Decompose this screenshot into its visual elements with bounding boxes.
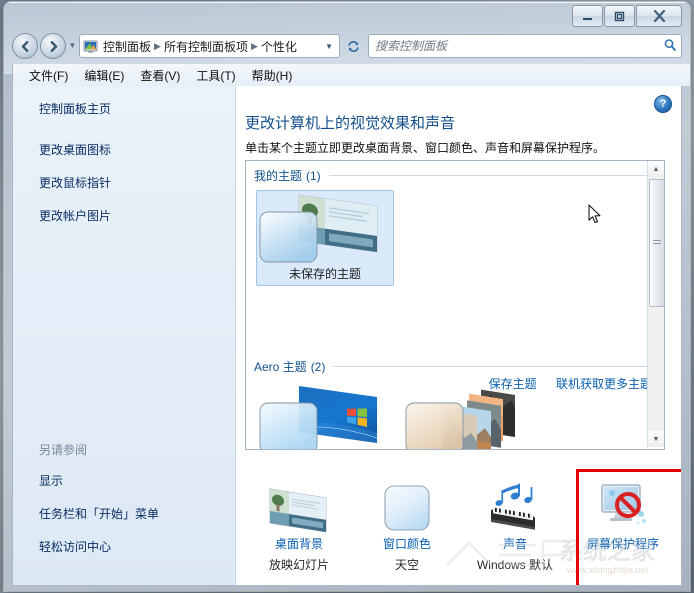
search-box[interactable] [368, 34, 682, 58]
page-title: 更改计算机上的视觉效果和声音 [245, 115, 456, 132]
explorer-window: ▼ 控制面板 ▶ 所有控制面板项 ▶ 个性化 ▼ 搜索控制面板 文件(F) 编辑… [4, 2, 690, 591]
group-divider [333, 366, 656, 367]
desktop-background-icon [245, 477, 353, 533]
control-panel-icon [83, 39, 98, 54]
group-header-aero-themes: Aero 主题 (2) [246, 352, 664, 375]
group-title: 我的主题 [254, 169, 303, 183]
group-count: (1) [306, 168, 321, 183]
maximize-button[interactable] [604, 5, 635, 27]
help-icon[interactable]: ? [654, 95, 672, 113]
personalization-tool-strip: 桌面背景 放映幻灯片 窗口颜色 天空 声音 Windows 默认 屏幕保护程序 [245, 473, 679, 585]
recent-locations-dropdown[interactable]: ▼ [66, 34, 79, 58]
group-header-my-themes: 我的主题 (1) [246, 161, 664, 184]
unsaved-theme-art [257, 191, 393, 267]
theme-item-windows7[interactable] [256, 381, 396, 449]
architecture-theme-art [403, 382, 539, 449]
tool-label[interactable]: 屏幕保护程序 [569, 535, 677, 552]
windows7-theme-art [257, 382, 393, 449]
minimize-button[interactable] [572, 5, 603, 27]
scrollbar-thumb[interactable] [649, 179, 664, 307]
address-bar-row: ▼ 控制面板 ▶ 所有控制面板项 ▶ 个性化 ▼ [12, 33, 682, 59]
tool-sublabel: Windows 默认 [476, 558, 553, 572]
menu-tools[interactable]: 工具(T) [188, 65, 243, 86]
group-divider [328, 175, 656, 176]
menu-file[interactable]: 文件(F) [21, 65, 76, 86]
breadcrumb-all-items[interactable]: 所有控制面板项 [162, 38, 250, 55]
screensaver-tool[interactable]: 屏幕保护程序 [569, 473, 677, 585]
search-input[interactable] [373, 38, 663, 54]
sidebar-see-also: 另请参阅 显示 任务栏和「开始」菜单 轻松访问中心 [13, 441, 235, 571]
scroll-up-arrow-icon[interactable]: ▲ [648, 161, 664, 177]
breadcrumb-personalization[interactable]: 个性化 [259, 38, 299, 55]
screensaver-icon [569, 477, 677, 533]
theme-list-scrollbar[interactable]: ▲ ▼ [647, 161, 664, 447]
theme-item-unsaved[interactable]: 未保存的主题 [256, 190, 396, 286]
close-button[interactable] [636, 5, 682, 27]
tool-sublabel: 天空 [394, 558, 419, 572]
sounds-icon [461, 477, 569, 533]
sidebar: 控制面板主页 更改桌面图标 更改鼠标指针 更改帐户图片 另请参阅 显示 任务栏和… [13, 86, 236, 585]
sidebar-item-change-desktop-icons[interactable]: 更改桌面图标 [39, 141, 235, 158]
sidebar-item-display[interactable]: 显示 [39, 472, 235, 489]
theme-list-box[interactable]: 我的主题 (1) 未保存的主题 保存主题 联机获取更多主题 Aero 主题 (2… [245, 160, 665, 450]
theme-thumbnail-wrap[interactable]: 未保存的主题 [256, 190, 394, 286]
forward-button[interactable] [40, 33, 66, 59]
scroll-down-arrow-icon[interactable]: ▼ [648, 431, 664, 447]
theme-name: 未保存的主题 [288, 267, 361, 281]
menu-bar: 文件(F) 编辑(E) 查看(V) 工具(T) 帮助(H) [12, 64, 690, 86]
theme-row-my-themes: 未保存的主题 [246, 184, 664, 286]
breadcrumb-control-panel[interactable]: 控制面板 [101, 38, 153, 55]
sidebar-item-control-panel-home[interactable]: 控制面板主页 [39, 100, 235, 117]
menu-edit[interactable]: 编辑(E) [76, 65, 132, 86]
content-pane: ? 更改计算机上的视觉效果和声音 单击某个主题立即更改桌面背景、窗口颜色、声音和… [236, 86, 681, 585]
caption-buttons [571, 5, 682, 27]
sidebar-item-change-mouse-pointers[interactable]: 更改鼠标指针 [39, 174, 235, 191]
desktop-background-tool[interactable]: 桌面背景 放映幻灯片 [245, 473, 353, 585]
see-also-heading: 另请参阅 [39, 443, 88, 457]
breadcrumb-separator-icon[interactable]: ▶ [250, 41, 259, 52]
breadcrumb-separator-icon[interactable]: ▶ [153, 41, 162, 52]
tool-label[interactable]: 窗口颜色 [353, 535, 461, 552]
tool-label[interactable]: 桌面背景 [245, 535, 353, 552]
sidebar-item-change-account-picture[interactable]: 更改帐户图片 [39, 207, 235, 224]
theme-item-architecture[interactable] [402, 381, 542, 449]
page-subtitle: 单击某个主题立即更改桌面背景、窗口颜色、声音和屏幕保护程序。 [245, 141, 606, 155]
address-dropdown-icon[interactable]: ▼ [321, 42, 337, 51]
menu-view[interactable]: 查看(V) [132, 65, 188, 86]
window-body: 控制面板主页 更改桌面图标 更改鼠标指针 更改帐户图片 另请参阅 显示 任务栏和… [12, 86, 682, 586]
group-count: (2) [310, 359, 326, 374]
sidebar-item-ease-of-access[interactable]: 轻松访问中心 [39, 538, 235, 555]
sidebar-item-taskbar-start-menu[interactable]: 任务栏和「开始」菜单 [39, 505, 235, 522]
tool-label[interactable]: 声音 [461, 535, 569, 552]
back-button[interactable] [12, 33, 38, 59]
menu-help[interactable]: 帮助(H) [244, 65, 301, 86]
theme-thumbnail-wrap[interactable] [402, 381, 540, 449]
window-color-tool[interactable]: 窗口颜色 天空 [353, 473, 461, 585]
group-title: Aero 主题 [254, 360, 307, 374]
theme-thumbnail-wrap[interactable] [256, 381, 394, 449]
get-more-themes-link[interactable]: 联机获取更多主题 [556, 377, 652, 391]
refresh-button[interactable] [342, 35, 364, 57]
address-breadcrumb-bar[interactable]: 控制面板 ▶ 所有控制面板项 ▶ 个性化 ▼ [79, 34, 340, 58]
tool-sublabel: 放映幻灯片 [268, 558, 329, 572]
mouse-cursor [588, 204, 602, 228]
sidebar-top-links: 控制面板主页 更改桌面图标 更改鼠标指针 更改帐户图片 [13, 86, 235, 224]
search-icon[interactable] [663, 38, 677, 55]
window-color-icon [353, 477, 461, 533]
sounds-tool[interactable]: 声音 Windows 默认 [461, 473, 569, 585]
